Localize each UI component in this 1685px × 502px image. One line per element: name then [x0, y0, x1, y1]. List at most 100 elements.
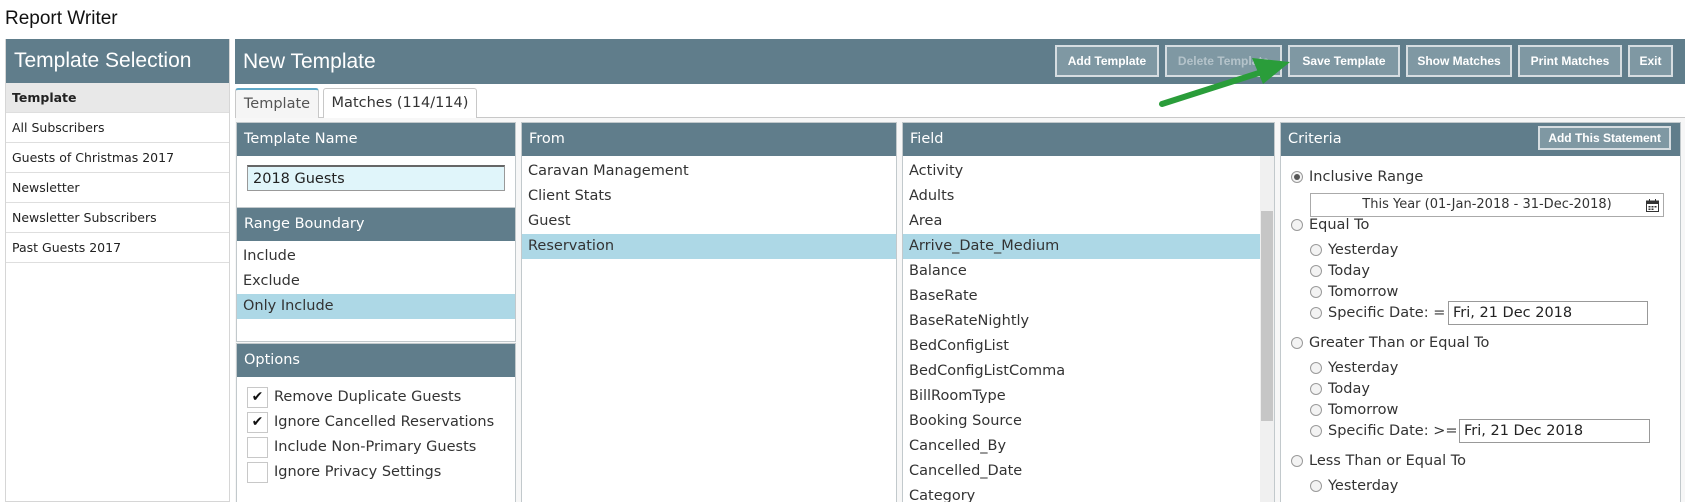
radio-label: Inclusive Range	[1309, 169, 1424, 185]
delete-template-button[interactable]: Delete Template	[1165, 45, 1282, 77]
checkbox-unchecked[interactable]	[247, 436, 268, 458]
tab-matches[interactable]: Matches (114/114)	[323, 88, 477, 118]
option-ignore-privacy-settings[interactable]: Ignore Privacy Settings	[247, 461, 441, 483]
from-heading: From	[522, 123, 896, 156]
option-ignore-cancelled-reservations[interactable]: ✔ Ignore Cancelled Reservations	[247, 411, 494, 433]
exit-button[interactable]: Exit	[1628, 45, 1673, 77]
from-item-caravan-management[interactable]: Caravan Management	[522, 159, 896, 184]
save-template-button[interactable]: Save Template	[1288, 45, 1400, 77]
radio-less-than-or-equal[interactable]: Less Than or Equal To	[1291, 451, 1466, 471]
radio-label: Today	[1328, 263, 1370, 279]
options-heading: Options	[237, 344, 515, 377]
radio-gte-today[interactable]: Today	[1310, 379, 1370, 399]
criteria-title: Criteria	[1288, 131, 1342, 147]
checkbox-checked[interactable]: ✔	[247, 386, 268, 408]
radio-equal-to[interactable]: Equal To	[1291, 215, 1369, 235]
specific-date-gte-input[interactable]: Fri, 21 Dec 2018	[1459, 419, 1650, 443]
checkbox-unchecked[interactable]	[247, 461, 268, 483]
options-panel: Options ✔ Remove Duplicate Guests ✔ Igno…	[236, 343, 516, 502]
radio-gte-yesterday[interactable]: Yesterday	[1310, 358, 1398, 378]
show-matches-button[interactable]: Show Matches	[1406, 45, 1512, 77]
field-item-baseratenightly[interactable]: BaseRateNightly	[903, 309, 1260, 334]
field-item-balance[interactable]: Balance	[903, 259, 1260, 284]
radio-eq-today[interactable]: Today	[1310, 261, 1370, 281]
radio-button[interactable]	[1310, 362, 1322, 374]
main-header: New Template Add Template Delete Templat…	[235, 39, 1685, 84]
criteria-heading: Criteria Add This Statement	[1281, 123, 1680, 156]
field-item-activity[interactable]: Activity	[903, 159, 1260, 184]
radio-button[interactable]	[1310, 480, 1322, 492]
field-item-baserate[interactable]: BaseRate	[903, 284, 1260, 309]
sidebar-item-guests-of-christmas-2017[interactable]: Guests of Christmas 2017	[6, 143, 229, 173]
radio-button[interactable]	[1310, 244, 1322, 256]
radio-button[interactable]	[1310, 265, 1322, 277]
add-template-button[interactable]: Add Template	[1055, 45, 1159, 77]
sidebar-item-newsletter-subscribers[interactable]: Newsletter Subscribers	[6, 203, 229, 233]
option-label: Remove Duplicate Guests	[274, 389, 462, 405]
from-item-client-stats[interactable]: Client Stats	[522, 184, 896, 209]
radio-lte-yesterday[interactable]: Yesterday	[1310, 476, 1398, 496]
sidebar-header: Template Selection	[6, 39, 229, 83]
radio-button[interactable]	[1310, 307, 1322, 319]
radio-inclusive-range[interactable]: Inclusive Range	[1291, 167, 1423, 187]
field-item-adults[interactable]: Adults	[903, 184, 1260, 209]
radio-label: Yesterday	[1328, 360, 1399, 376]
from-item-guest[interactable]: Guest	[522, 209, 896, 234]
range-boundary-panel: Range Boundary Include Exclude Only Incl…	[236, 207, 516, 342]
radio-button[interactable]	[1310, 383, 1322, 395]
specific-date-eq-input[interactable]: Fri, 21 Dec 2018	[1448, 301, 1648, 325]
sidebar-item-past-guests-2017[interactable]: Past Guests 2017	[6, 233, 229, 263]
field-item-billroomtype[interactable]: BillRoomType	[903, 384, 1260, 409]
sidebar-item-newsletter[interactable]: Newsletter	[6, 173, 229, 203]
field-item-area[interactable]: Area	[903, 209, 1260, 234]
date-range-value: This Year (01-Jan-2018 - 31-Dec-2018)	[1362, 197, 1612, 212]
radio-gte-specific-date[interactable]: Specific Date: >=	[1310, 421, 1458, 441]
radio-label: Specific Date: >=	[1328, 423, 1458, 439]
radio-eq-tomorrow[interactable]: Tomorrow	[1310, 282, 1398, 302]
from-panel: From Caravan Management Client Stats Gue…	[521, 122, 897, 502]
radio-button[interactable]	[1310, 425, 1322, 437]
option-label: Ignore Privacy Settings	[274, 464, 442, 480]
field-item-booking-source[interactable]: Booking Source	[903, 409, 1260, 434]
radio-button-selected[interactable]	[1291, 171, 1303, 183]
radio-button[interactable]	[1310, 404, 1322, 416]
radio-button[interactable]	[1291, 455, 1303, 467]
template-name-input[interactable]	[247, 165, 505, 191]
radio-gte-tomorrow[interactable]: Tomorrow	[1310, 400, 1398, 420]
field-item-bedconfiglist[interactable]: BedConfigList	[903, 334, 1260, 359]
radio-greater-than-or-equal[interactable]: Greater Than or Equal To	[1291, 333, 1489, 353]
radio-button[interactable]	[1291, 219, 1303, 231]
option-remove-duplicate-guests[interactable]: ✔ Remove Duplicate Guests	[247, 386, 461, 408]
range-item-include[interactable]: Include	[237, 244, 515, 269]
checkbox-checked[interactable]: ✔	[247, 411, 268, 433]
date-range-input[interactable]: This Year (01-Jan-2018 - 31-Dec-2018)	[1310, 193, 1664, 217]
field-item-category[interactable]: Category	[903, 484, 1260, 502]
radio-label: Less Than or Equal To	[1309, 453, 1466, 469]
radio-button[interactable]	[1291, 337, 1303, 349]
field-item-bedconfiglistcomma[interactable]: BedConfigListComma	[903, 359, 1260, 384]
template-name-panel: Template Name	[236, 122, 516, 208]
radio-button[interactable]	[1310, 286, 1322, 298]
print-matches-button[interactable]: Print Matches	[1518, 45, 1622, 77]
radio-label: Greater Than or Equal To	[1309, 335, 1490, 351]
radio-eq-yesterday[interactable]: Yesterday	[1310, 240, 1398, 260]
field-scroll-thumb[interactable]	[1261, 211, 1273, 421]
field-item-arrive-date-medium[interactable]: Arrive_Date_Medium	[903, 234, 1260, 259]
range-item-exclude[interactable]: Exclude	[237, 269, 515, 294]
field-scrollbar[interactable]	[1260, 156, 1274, 502]
field-item-cancelled-by[interactable]: Cancelled_By	[903, 434, 1260, 459]
range-item-only-include[interactable]: Only Include	[237, 294, 515, 319]
option-label: Ignore Cancelled Reservations	[274, 414, 495, 430]
option-label: Include Non-Primary Guests	[274, 439, 477, 455]
calendar-icon[interactable]	[1646, 198, 1659, 212]
from-item-reservation[interactable]: Reservation	[522, 234, 896, 259]
add-this-statement-button[interactable]: Add This Statement	[1538, 126, 1671, 150]
radio-eq-specific-date[interactable]: Specific Date: =	[1310, 303, 1445, 323]
field-item-cancelled-date[interactable]: Cancelled_Date	[903, 459, 1260, 484]
sidebar-item-all-subscribers[interactable]: All Subscribers	[6, 113, 229, 143]
radio-label: Equal To	[1309, 217, 1370, 233]
option-include-non-primary-guests[interactable]: Include Non-Primary Guests	[247, 436, 476, 458]
range-boundary-heading: Range Boundary	[237, 208, 515, 241]
tab-template[interactable]: Template	[235, 88, 319, 118]
sidebar-item-template[interactable]: Template	[6, 83, 229, 113]
